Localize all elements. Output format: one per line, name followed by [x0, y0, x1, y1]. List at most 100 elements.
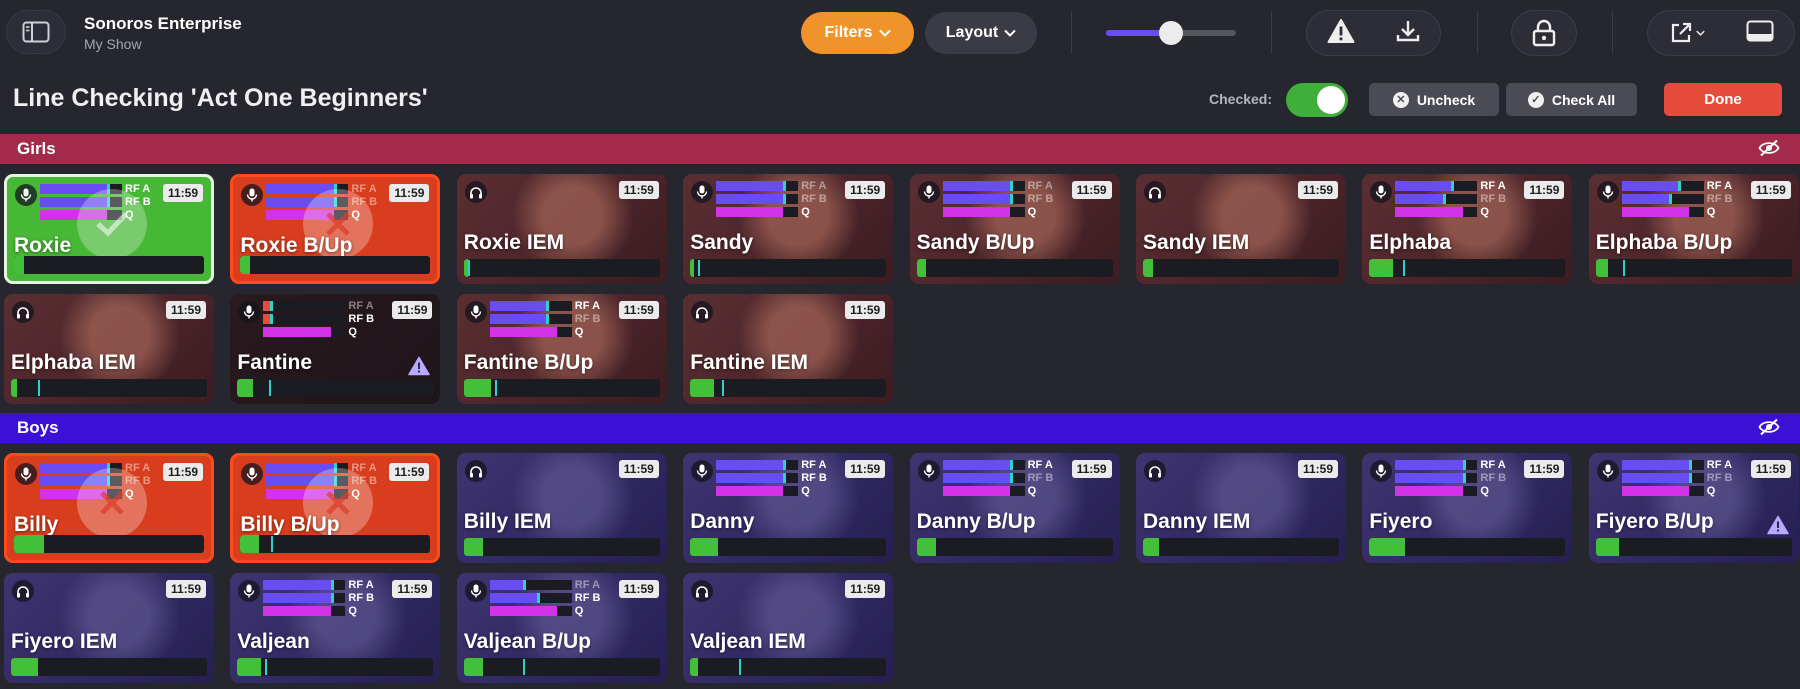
- audio-level-fill: [1595, 538, 1620, 556]
- microphone-icon: [241, 463, 264, 485]
- q-label: Q: [801, 485, 810, 497]
- audio-level-meter: [1143, 538, 1339, 556]
- audio-level-meter: [11, 658, 207, 676]
- channel-tile[interactable]: RF A RF B Q 11:59 Danny B/Up: [909, 453, 1120, 563]
- channel-tile[interactable]: RF A RF B Q 11:59 Billy: [4, 453, 214, 563]
- time-badge: 11:59: [392, 301, 433, 319]
- channel-tile[interactable]: RF A RF B Q 11:59 Elphaba B/Up: [1588, 174, 1799, 284]
- audio-peak-marker: [467, 260, 470, 276]
- rf-meters: [716, 460, 799, 499]
- channel-tile[interactable]: 11:59 Billy IEM: [456, 453, 667, 563]
- hide-group-icon[interactable]: [1758, 139, 1780, 162]
- channel-tile[interactable]: RF A RF B Q 11:59 Valjean B/Up: [456, 573, 667, 683]
- time-badge: 11:59: [845, 301, 886, 319]
- channel-tile[interactable]: 11:59 Danny IEM: [1136, 453, 1346, 563]
- q-meter-fill: [716, 486, 784, 496]
- warning-button[interactable]: [1327, 18, 1355, 49]
- rf-b-meter-marker: [1669, 194, 1673, 204]
- q-label: Q: [1480, 485, 1489, 497]
- channel-tile[interactable]: RF A RF B Q 11:59 Sandy B/Up: [909, 174, 1120, 284]
- channel-tile[interactable]: RF A RF B Q 11:59 Fiyero B/Up: [1588, 453, 1799, 563]
- channel-tile[interactable]: RF A RF B Q 11:59 Fantine B/Up: [456, 294, 667, 404]
- lock-button[interactable]: [1511, 10, 1577, 56]
- zoom-slider-knob[interactable]: [1159, 21, 1183, 45]
- rf-b-label: RF B: [801, 193, 827, 205]
- channel-tile[interactable]: RF A RF B Q 11:59 Danny: [683, 453, 894, 563]
- layout-label: Layout: [945, 24, 999, 41]
- rf-a-meter-fill: [489, 580, 523, 590]
- audio-level-fill: [463, 379, 492, 397]
- q-meter-fill: [1395, 486, 1463, 496]
- channel-tile[interactable]: RF A RF B Q 11:59 Fantine: [230, 294, 441, 404]
- rf-a-label: RF A: [1027, 459, 1053, 471]
- hide-group-icon[interactable]: [1758, 418, 1780, 441]
- channel-tile[interactable]: RF A RF B Q 11:59 Valjean: [230, 573, 441, 683]
- filters-button[interactable]: Filters: [801, 12, 914, 54]
- channel-tile[interactable]: 11:59 Fiyero IEM: [4, 573, 214, 683]
- channel-tile[interactable]: RF A RF B Q 11:59 Fiyero: [1362, 453, 1573, 563]
- audio-peak-marker: [698, 260, 701, 276]
- uncheck-button[interactable]: ✕ Uncheck: [1369, 83, 1499, 116]
- panel-button[interactable]: [1746, 20, 1774, 47]
- q-label: Q: [1027, 485, 1037, 497]
- headphones-icon: [464, 181, 487, 203]
- sidebar-toggle-button[interactable]: [6, 10, 66, 54]
- rf-meters: [1395, 460, 1478, 499]
- channel-name: Danny: [690, 510, 755, 533]
- audio-level-fill: [237, 658, 261, 676]
- rf-b-meter: [489, 593, 572, 603]
- rf-meters: [263, 580, 346, 619]
- download-button[interactable]: [1396, 19, 1420, 48]
- channel-tile[interactable]: RF A RF B Q 11:59 Roxie: [4, 174, 214, 284]
- meter-labels: RF A RF BQ: [1707, 180, 1733, 219]
- group-bar-girls[interactable]: Girls: [0, 134, 1800, 164]
- done-button[interactable]: Done: [1664, 83, 1782, 116]
- channel-name: Fiyero B/Up: [1595, 510, 1714, 533]
- channel-name: Valjean B/Up: [463, 630, 592, 653]
- page-title: Line Checking 'Act One Beginners': [13, 84, 428, 112]
- rf-a-meter-marker: [330, 580, 334, 590]
- time-badge: 11:59: [618, 301, 659, 319]
- lock-icon: [1532, 19, 1556, 47]
- audio-level-meter: [240, 256, 431, 274]
- meter-labels: RF A RF BQ: [1480, 459, 1506, 498]
- channel-name: Fiyero: [1369, 510, 1433, 533]
- channel-tile[interactable]: RF A RF B Q 11:59 Sandy: [683, 174, 894, 284]
- rf-a-meter-marker: [545, 301, 549, 311]
- channel-tile[interactable]: 11:59 Roxie IEM: [456, 174, 667, 284]
- microphone-icon: [1596, 181, 1619, 203]
- check-all-button[interactable]: ✓ Check All: [1506, 83, 1637, 116]
- channel-tile[interactable]: RF A RF B Q 11:59 Elphaba: [1362, 174, 1573, 284]
- channel-tile[interactable]: RF A RF B Q 11:59 Roxie B/Up: [230, 174, 441, 284]
- channel-tile[interactable]: RF A RF B Q 11:59 Billy B/Up: [230, 453, 441, 563]
- toolbar-divider: [1612, 12, 1613, 54]
- x-circle-icon: ✕: [1392, 91, 1409, 108]
- q-meter-fill: [942, 207, 1010, 217]
- audio-level-meter: [463, 379, 660, 397]
- warning-icon[interactable]: [408, 356, 431, 381]
- q-meter: [1395, 207, 1478, 217]
- layout-button[interactable]: Layout: [925, 12, 1037, 54]
- q-label: Q: [1706, 485, 1716, 497]
- q-label: Q: [574, 326, 584, 338]
- q-label: Q: [1480, 206, 1489, 218]
- channel-tile[interactable]: 11:59 Elphaba IEM: [4, 294, 214, 404]
- alerts-download-group: [1306, 10, 1441, 56]
- microphone-icon: [15, 184, 37, 206]
- channel-tile[interactable]: 11:59 Valjean IEM: [683, 573, 894, 683]
- zoom-slider[interactable]: [1106, 21, 1236, 45]
- microphone-icon: [464, 580, 487, 602]
- rf-b-meter-marker: [269, 314, 273, 324]
- rf-meters: [489, 580, 572, 619]
- channel-tile[interactable]: 11:59 Sandy IEM: [1136, 174, 1346, 284]
- toggle-knob: [1317, 86, 1345, 114]
- group-bar-boys[interactable]: Boys: [0, 413, 1800, 443]
- channel-tile[interactable]: 11:59 Fantine IEM: [683, 294, 894, 404]
- channel-name: Elphaba: [1369, 231, 1452, 254]
- warning-icon[interactable]: [1767, 515, 1789, 540]
- checked-toggle[interactable]: [1286, 83, 1348, 117]
- rf-b-meter: [1621, 473, 1704, 483]
- open-external-button[interactable]: [1669, 21, 1705, 45]
- meter-labels: RF A RF BQ: [1028, 180, 1054, 219]
- rf-b-meter: [1621, 194, 1704, 204]
